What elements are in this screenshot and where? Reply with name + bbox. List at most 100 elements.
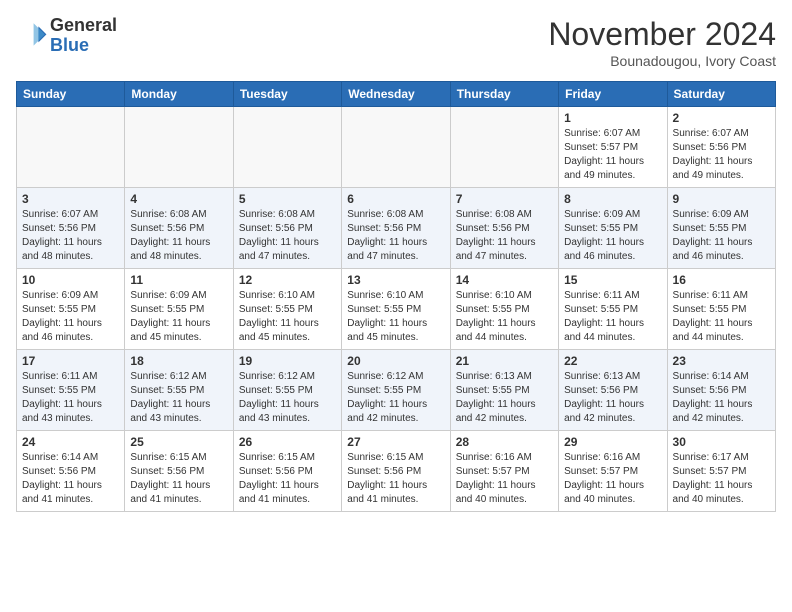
day-number: 1 [564, 111, 661, 125]
day-info: Sunrise: 6:15 AM Sunset: 5:56 PM Dayligh… [239, 451, 336, 507]
day-info: Sunrise: 6:08 AM Sunset: 5:56 PM Dayligh… [347, 208, 444, 264]
calendar-day-cell: 26 Sunrise: 6:15 AM Sunset: 5:56 PM Dayli… [233, 431, 341, 512]
calendar-day-cell: 8Sunrise: 6:09 AM Sunset: 5:55 PM Daylig… [559, 188, 667, 269]
day-number: 29 [564, 435, 661, 449]
title-block: November 2024 Bounadougou, Ivory Coast [548, 16, 776, 69]
calendar-day-header: Thursday [450, 82, 558, 107]
day-number: 2 [673, 111, 770, 125]
day-info: Sunrise: 6:10 AM Sunset: 5:55 PM Dayligh… [347, 289, 444, 345]
day-info: Sunrise: 6:12 AM Sunset: 5:55 PM Dayligh… [239, 370, 336, 426]
calendar-day-cell: 19 Sunrise: 6:12 AM Sunset: 5:55 PM Dayli… [233, 350, 341, 431]
calendar-day-cell: 5 Sunrise: 6:08 AM Sunset: 5:56 PM Daylig… [233, 188, 341, 269]
calendar-day-cell: 17 Sunrise: 6:11 AM Sunset: 5:55 PM Dayli… [17, 350, 125, 431]
day-number: 4 [130, 192, 227, 206]
day-info: Sunrise: 6:14 AM Sunset: 5:56 PM Dayligh… [22, 451, 119, 507]
calendar-day-cell: 16Sunrise: 6:11 AM Sunset: 5:55 PM Dayli… [667, 269, 775, 350]
day-info: Sunrise: 6:08 AM Sunset: 5:56 PM Dayligh… [456, 208, 553, 264]
calendar-day-cell [450, 107, 558, 188]
month-title: November 2024 [548, 16, 776, 53]
day-info: Sunrise: 6:13 AM Sunset: 5:55 PM Dayligh… [456, 370, 553, 426]
day-number: 8 [564, 192, 661, 206]
day-info: Sunrise: 6:15 AM Sunset: 5:56 PM Dayligh… [130, 451, 227, 507]
calendar-day-cell [125, 107, 233, 188]
day-info: Sunrise: 6:12 AM Sunset: 5:55 PM Dayligh… [130, 370, 227, 426]
location: Bounadougou, Ivory Coast [548, 53, 776, 69]
day-number: 22 [564, 354, 661, 368]
day-info: Sunrise: 6:07 AM Sunset: 5:57 PM Dayligh… [564, 127, 661, 183]
calendar-day-cell: 18 Sunrise: 6:12 AM Sunset: 5:55 PM Dayli… [125, 350, 233, 431]
calendar-table: SundayMondayTuesdayWednesdayThursdayFrid… [16, 81, 776, 512]
page: General Blue November 2024 Bounadougou, … [0, 0, 792, 528]
calendar-day-cell: 3 Sunrise: 6:07 AM Sunset: 5:56 PM Daylig… [17, 188, 125, 269]
day-number: 3 [22, 192, 119, 206]
day-info: Sunrise: 6:09 AM Sunset: 5:55 PM Dayligh… [130, 289, 227, 345]
calendar-day-cell: 1 Sunrise: 6:07 AM Sunset: 5:57 PM Daylig… [559, 107, 667, 188]
calendar-week-row: 1 Sunrise: 6:07 AM Sunset: 5:57 PM Daylig… [17, 107, 776, 188]
day-number: 17 [22, 354, 119, 368]
calendar-day-cell [17, 107, 125, 188]
day-info: Sunrise: 6:14 AM Sunset: 5:56 PM Dayligh… [673, 370, 770, 426]
calendar-day-cell [233, 107, 341, 188]
day-number: 12 [239, 273, 336, 287]
day-number: 19 [239, 354, 336, 368]
calendar-week-row: 24Sunrise: 6:14 AM Sunset: 5:56 PM Dayli… [17, 431, 776, 512]
calendar-day-cell: 6 Sunrise: 6:08 AM Sunset: 5:56 PM Daylig… [342, 188, 450, 269]
day-number: 26 [239, 435, 336, 449]
day-info: Sunrise: 6:08 AM Sunset: 5:56 PM Dayligh… [130, 208, 227, 264]
calendar-day-cell: 25 Sunrise: 6:15 AM Sunset: 5:56 PM Dayli… [125, 431, 233, 512]
calendar-day-cell: 24Sunrise: 6:14 AM Sunset: 5:56 PM Dayli… [17, 431, 125, 512]
calendar-day-header: Saturday [667, 82, 775, 107]
calendar-week-row: 17 Sunrise: 6:11 AM Sunset: 5:55 PM Dayli… [17, 350, 776, 431]
day-number: 28 [456, 435, 553, 449]
day-number: 21 [456, 354, 553, 368]
day-info: Sunrise: 6:16 AM Sunset: 5:57 PM Dayligh… [456, 451, 553, 507]
calendar-day-header: Friday [559, 82, 667, 107]
calendar-day-header: Wednesday [342, 82, 450, 107]
day-info: Sunrise: 6:10 AM Sunset: 5:55 PM Dayligh… [456, 289, 553, 345]
day-number: 18 [130, 354, 227, 368]
calendar-header-row: SundayMondayTuesdayWednesdayThursdayFrid… [17, 82, 776, 107]
day-number: 5 [239, 192, 336, 206]
day-info: Sunrise: 6:11 AM Sunset: 5:55 PM Dayligh… [22, 370, 119, 426]
calendar-day-cell: 14Sunrise: 6:10 AM Sunset: 5:55 PM Dayli… [450, 269, 558, 350]
day-info: Sunrise: 6:15 AM Sunset: 5:56 PM Dayligh… [347, 451, 444, 507]
calendar-day-cell: 12 Sunrise: 6:10 AM Sunset: 5:55 PM Dayli… [233, 269, 341, 350]
day-number: 6 [347, 192, 444, 206]
day-info: Sunrise: 6:07 AM Sunset: 5:56 PM Dayligh… [22, 208, 119, 264]
day-info: Sunrise: 6:11 AM Sunset: 5:55 PM Dayligh… [673, 289, 770, 345]
day-info: Sunrise: 6:17 AM Sunset: 5:57 PM Dayligh… [673, 451, 770, 507]
calendar-week-row: 10 Sunrise: 6:09 AM Sunset: 5:55 PM Dayli… [17, 269, 776, 350]
day-number: 25 [130, 435, 227, 449]
calendar-day-cell: 20Sunrise: 6:12 AM Sunset: 5:55 PM Dayli… [342, 350, 450, 431]
logo: General Blue [16, 16, 117, 56]
calendar-day-cell: 28 Sunrise: 6:16 AM Sunset: 5:57 PM Dayli… [450, 431, 558, 512]
calendar-day-header: Tuesday [233, 82, 341, 107]
calendar-day-header: Sunday [17, 82, 125, 107]
logo-general-text: General [50, 16, 117, 36]
day-number: 7 [456, 192, 553, 206]
day-number: 10 [22, 273, 119, 287]
day-number: 11 [130, 273, 227, 287]
day-info: Sunrise: 6:09 AM Sunset: 5:55 PM Dayligh… [22, 289, 119, 345]
calendar-day-cell: 2 Sunrise: 6:07 AM Sunset: 5:56 PM Daylig… [667, 107, 775, 188]
day-number: 27 [347, 435, 444, 449]
day-number: 20 [347, 354, 444, 368]
calendar-day-cell [342, 107, 450, 188]
day-info: Sunrise: 6:09 AM Sunset: 5:55 PM Dayligh… [673, 208, 770, 264]
day-number: 9 [673, 192, 770, 206]
day-info: Sunrise: 6:10 AM Sunset: 5:55 PM Dayligh… [239, 289, 336, 345]
day-number: 30 [673, 435, 770, 449]
calendar-day-cell: 11 Sunrise: 6:09 AM Sunset: 5:55 PM Dayli… [125, 269, 233, 350]
calendar-day-cell: 10 Sunrise: 6:09 AM Sunset: 5:55 PM Dayli… [17, 269, 125, 350]
calendar-day-cell: 22 Sunrise: 6:13 AM Sunset: 5:56 PM Dayli… [559, 350, 667, 431]
calendar-day-cell: 13Sunrise: 6:10 AM Sunset: 5:55 PM Dayli… [342, 269, 450, 350]
logo-icon [16, 20, 48, 52]
calendar-day-cell: 30 Sunrise: 6:17 AM Sunset: 5:57 PM Dayli… [667, 431, 775, 512]
calendar-day-cell: 4 Sunrise: 6:08 AM Sunset: 5:56 PM Daylig… [125, 188, 233, 269]
calendar-day-header: Monday [125, 82, 233, 107]
day-info: Sunrise: 6:08 AM Sunset: 5:56 PM Dayligh… [239, 208, 336, 264]
calendar-day-cell: 15Sunrise: 6:11 AM Sunset: 5:55 PM Dayli… [559, 269, 667, 350]
day-info: Sunrise: 6:07 AM Sunset: 5:56 PM Dayligh… [673, 127, 770, 183]
day-info: Sunrise: 6:13 AM Sunset: 5:56 PM Dayligh… [564, 370, 661, 426]
calendar-day-cell: 9 Sunrise: 6:09 AM Sunset: 5:55 PM Daylig… [667, 188, 775, 269]
